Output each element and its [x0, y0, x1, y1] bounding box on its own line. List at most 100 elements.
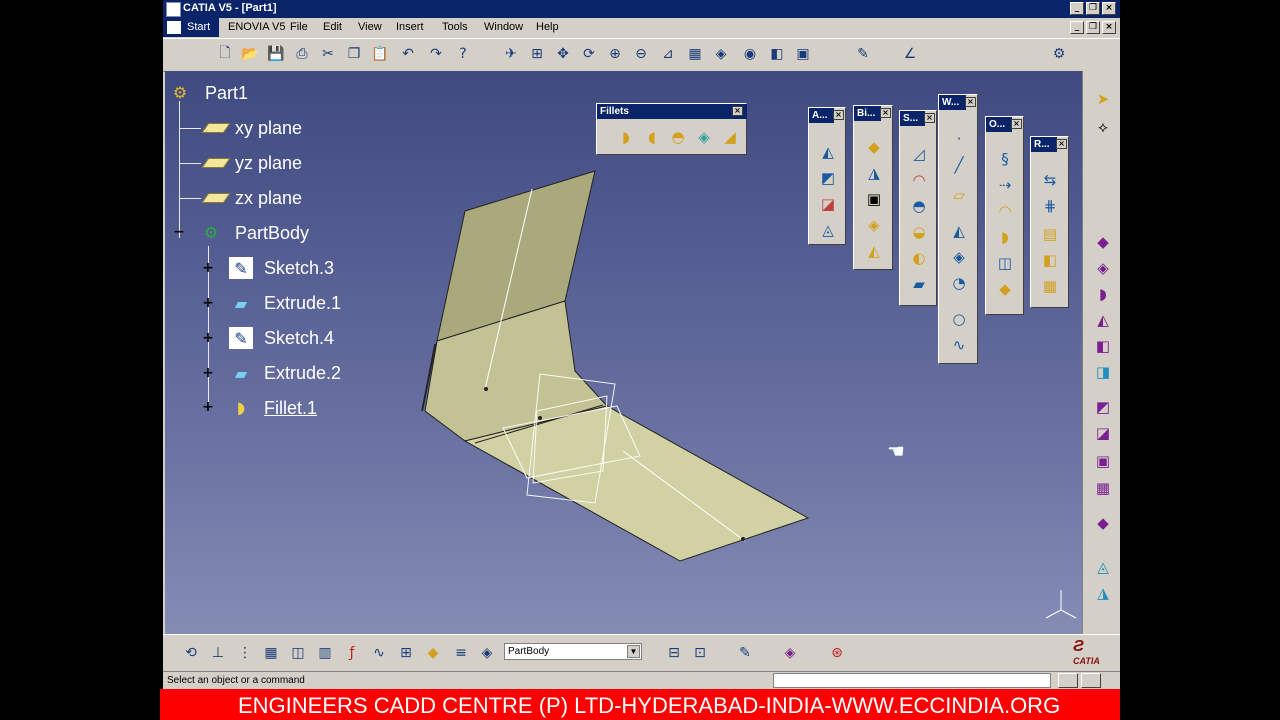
expand-extrude2-icon[interactable]: +	[202, 366, 214, 380]
thread-icon[interactable]: ◒	[908, 221, 930, 243]
axis-compass-icon[interactable]	[1041, 585, 1081, 625]
assemble-icon[interactable]: ▦	[1092, 477, 1114, 499]
menu-help[interactable]: Help	[536, 21, 559, 33]
rotate-tool-icon[interactable]: ◠	[994, 200, 1016, 222]
apply-material-icon[interactable]: ◈	[780, 643, 800, 663]
swap-space-icon[interactable]: ▣	[793, 44, 813, 64]
toolbar-bi-close-button[interactable]: ×	[880, 108, 891, 118]
measure-icon[interactable]: ∠	[900, 44, 920, 64]
multi-view-icon[interactable]: ▦	[685, 44, 705, 64]
3d-viewport[interactable]: ⚙ Part1 xy plane yz plane zx plane − ⚙ P…	[165, 71, 1082, 634]
restore-button[interactable]: ❐	[1086, 2, 1100, 15]
cut-icon[interactable]: ✂	[318, 44, 338, 64]
edge-fillet-icon[interactable]: ◗	[615, 126, 637, 148]
shaft-tool-icon[interactable]: ◗	[1092, 283, 1114, 305]
command-input[interactable]	[773, 673, 1051, 688]
expand-fillet1-icon[interactable]: +	[202, 400, 214, 414]
tree-item-yz-plane[interactable]: yz plane	[235, 153, 302, 174]
menu-insert[interactable]: Insert	[396, 21, 424, 33]
slot-icon[interactable]: ▣	[863, 188, 885, 210]
floating-toolbar-w-title[interactable]: W...	[939, 95, 966, 110]
zoom-in-icon[interactable]: ⊕	[605, 44, 625, 64]
shading-icon[interactable]: ◉	[740, 44, 760, 64]
shell-icon[interactable]: ◠	[908, 169, 930, 191]
toolbar-a-close-button[interactable]: ×	[833, 110, 844, 120]
menu-edit[interactable]: Edit	[323, 21, 342, 33]
project-icon[interactable]: ◭	[948, 220, 970, 242]
pocket-tool-icon[interactable]: ◈	[1092, 257, 1114, 279]
paste-icon[interactable]: 📋	[370, 44, 390, 64]
tree-item-extrude2[interactable]: Extrude.2	[264, 363, 341, 384]
face-fillet-icon[interactable]: ◓	[667, 126, 689, 148]
affinity-icon[interactable]: ◆	[994, 278, 1016, 300]
tree-item-fillet1[interactable]: Fillet.1	[264, 398, 317, 419]
expand-sketch3-icon[interactable]: +	[202, 261, 214, 275]
magnet-icon[interactable]: ⊛	[827, 643, 847, 663]
redo-icon[interactable]: ↷	[426, 44, 446, 64]
close-button[interactable]: ×	[1102, 2, 1116, 15]
rib-tool-icon[interactable]: ◨	[1092, 361, 1114, 383]
variable-fillet-icon[interactable]: ◖	[641, 126, 663, 148]
tree-item-zx-plane[interactable]: zx plane	[235, 188, 302, 209]
menu-view[interactable]: View	[358, 21, 382, 33]
line-icon[interactable]: ╱	[948, 154, 970, 176]
normal-view-icon[interactable]: ⊿	[658, 44, 678, 64]
fillets-close-button[interactable]: ×	[732, 106, 743, 116]
tree-root-part1[interactable]: Part1	[205, 83, 248, 104]
select-arrow-icon[interactable]: ➤	[1092, 88, 1114, 110]
undo-icon[interactable]: ↶	[398, 44, 418, 64]
draft-icon[interactable]: ◿	[908, 143, 930, 165]
new-icon[interactable]: 🗋	[215, 44, 235, 64]
spline-icon[interactable]: ∿	[948, 334, 970, 356]
formula-icon[interactable]: ƒ	[342, 643, 362, 663]
define-body-icon[interactable]: ◈	[477, 643, 497, 663]
hole-icon[interactable]: ◆	[863, 136, 885, 158]
transformation-icon[interactable]: ▦	[1039, 275, 1061, 297]
body-selector[interactable]: PartBody ▼	[504, 643, 642, 660]
fillets-toolbar-title[interactable]: Fillets	[597, 104, 747, 119]
tritangent-fillet-icon[interactable]: ◈	[693, 126, 715, 148]
curve-icon[interactable]: ◔	[948, 272, 970, 294]
toolbar-s-close-button[interactable]: ×	[924, 113, 935, 123]
constraint-icon[interactable]: ◬	[1092, 556, 1114, 578]
tree-tool-icon[interactable]: ⋮	[235, 643, 255, 663]
doc-minimize-button[interactable]: _	[1070, 21, 1084, 34]
rotate-icon[interactable]: ⟳	[579, 44, 599, 64]
floating-toolbar-r-title[interactable]: R...	[1031, 137, 1057, 152]
remove-icon[interactable]: ◪	[1092, 422, 1114, 444]
tree-item-sketch3[interactable]: Sketch.3	[264, 258, 334, 279]
rib-icon[interactable]: ◮	[863, 162, 885, 184]
chevron-down-icon[interactable]: ▼	[627, 645, 640, 658]
body-icon[interactable]: ◫	[288, 643, 308, 663]
minimize-button[interactable]: _	[1070, 2, 1084, 15]
groove-tool-icon[interactable]: ◭	[1092, 309, 1114, 331]
scaling-icon[interactable]: ◫	[994, 252, 1016, 274]
toolbar-o-close-button[interactable]: ×	[1011, 119, 1022, 129]
circular-pattern-icon[interactable]: ⋕	[1039, 195, 1061, 217]
remove-face-icon[interactable]: ◐	[908, 247, 930, 269]
doc-restore-button[interactable]: ❐	[1086, 21, 1100, 34]
catalog-icon[interactable]: ◆	[423, 643, 443, 663]
tree-item-partbody[interactable]: PartBody	[235, 223, 309, 244]
tree-item-xy-plane[interactable]: xy plane	[235, 118, 302, 139]
sketch-analysis-icon[interactable]: ⟡	[1092, 116, 1114, 138]
zoom-out-icon[interactable]: ⊖	[631, 44, 651, 64]
fit-all-icon[interactable]: ⊞	[527, 44, 547, 64]
boolean-icon[interactable]: ◆	[1092, 512, 1114, 534]
menu-tools[interactable]: Tools	[442, 21, 468, 33]
symmetry-icon[interactable]: ◗	[994, 226, 1016, 248]
doc-close-button[interactable]: ×	[1102, 21, 1116, 34]
translate-icon[interactable]: ⇢	[994, 174, 1016, 196]
plane-tool-icon[interactable]: ▱	[948, 184, 970, 206]
status-button-2[interactable]	[1081, 673, 1101, 688]
loft-icon[interactable]: ◭	[863, 240, 885, 262]
floating-toolbar-s-title[interactable]: S...	[900, 111, 925, 126]
axis-tool-icon[interactable]: ⊥	[208, 643, 228, 663]
intersect-icon[interactable]: ◈	[948, 246, 970, 268]
status-button-1[interactable]	[1058, 673, 1078, 688]
pad-tool-icon[interactable]: ◆	[1092, 231, 1114, 253]
insert-body-icon[interactable]: ▥	[315, 643, 335, 663]
pocket-icon[interactable]: ◩	[817, 167, 839, 189]
mirror-icon[interactable]: ◧	[1039, 249, 1061, 271]
update-icon[interactable]: ⟲	[181, 643, 201, 663]
